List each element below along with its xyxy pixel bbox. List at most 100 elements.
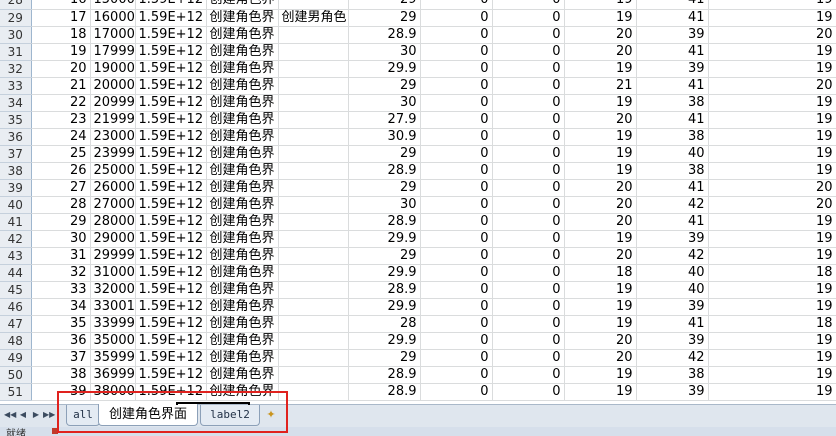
table-cell[interactable]: 19 <box>564 298 637 316</box>
table-cell[interactable]: 1.59E+12 <box>135 77 207 95</box>
table-cell[interactable]: 26000 <box>90 179 136 197</box>
table-cell[interactable]: 20 <box>564 196 637 214</box>
table-cell[interactable]: 28.9 <box>348 383 421 401</box>
table-cell[interactable]: 20 <box>708 77 836 95</box>
table-cell[interactable]: 1.59E+12 <box>135 162 207 180</box>
table-cell[interactable]: 34 <box>31 298 91 316</box>
sheet-tab-label2[interactable]: label2 <box>200 405 260 426</box>
table-cell[interactable]: 0 <box>420 179 493 197</box>
table-cell[interactable]: 33001 <box>90 298 136 316</box>
table-cell[interactable]: 19 <box>708 247 836 265</box>
table-cell[interactable]: 创建角色界 <box>206 0 279 10</box>
table-cell[interactable]: 0 <box>420 128 493 146</box>
table-cell[interactable]: 0 <box>420 298 493 316</box>
table-cell[interactable]: 0 <box>420 77 493 95</box>
table-cell[interactable]: 19 <box>564 9 637 27</box>
row-header[interactable]: 30 <box>0 26 32 44</box>
table-cell[interactable]: 1.59E+12 <box>135 179 207 197</box>
table-cell[interactable]: 0 <box>492 94 565 112</box>
table-cell[interactable]: 0 <box>492 43 565 61</box>
table-cell[interactable]: 29.9 <box>348 264 421 282</box>
table-cell[interactable] <box>278 179 349 197</box>
table-cell[interactable]: 创建角色界 <box>206 94 279 112</box>
sheet-tab-create-role[interactable]: 创建角色界面 <box>98 404 198 426</box>
table-cell[interactable]: 28.9 <box>348 281 421 299</box>
table-cell[interactable]: 38 <box>636 162 709 180</box>
table-cell[interactable]: 37 <box>31 349 91 367</box>
table-cell[interactable]: 0 <box>420 162 493 180</box>
table-cell[interactable] <box>278 230 349 248</box>
table-cell[interactable]: 创建角色界 <box>206 383 279 401</box>
table-cell[interactable]: 1.59E+12 <box>135 60 207 78</box>
table-cell[interactable]: 19 <box>708 366 836 384</box>
table-cell[interactable]: 41 <box>636 0 709 10</box>
table-cell[interactable]: 创建角色界 <box>206 213 279 231</box>
table-cell[interactable]: 17999 <box>90 43 136 61</box>
table-cell[interactable]: 19 <box>708 94 836 112</box>
table-cell[interactable]: 28.9 <box>348 26 421 44</box>
table-cell[interactable]: 33 <box>31 281 91 299</box>
table-cell[interactable]: 0 <box>420 60 493 78</box>
table-cell[interactable]: 29.9 <box>348 230 421 248</box>
table-cell[interactable]: 0 <box>420 9 493 27</box>
table-cell[interactable]: 1.59E+12 <box>135 349 207 367</box>
table-cell[interactable]: 38 <box>636 94 709 112</box>
table-cell[interactable]: 创建角色界 <box>206 264 279 282</box>
table-cell[interactable]: 19 <box>31 43 91 61</box>
table-cell[interactable]: 42 <box>636 247 709 265</box>
table-cell[interactable]: 0 <box>420 213 493 231</box>
table-cell[interactable]: 1.59E+12 <box>135 9 207 27</box>
table-cell[interactable]: 18 <box>564 264 637 282</box>
row-header[interactable]: 28 <box>0 0 32 10</box>
table-cell[interactable]: 19 <box>564 162 637 180</box>
table-cell[interactable]: 29 <box>348 179 421 197</box>
table-cell[interactable]: 19 <box>708 230 836 248</box>
table-cell[interactable]: 0 <box>492 9 565 27</box>
row-header[interactable]: 39 <box>0 179 32 197</box>
table-cell[interactable]: 20 <box>31 60 91 78</box>
table-cell[interactable] <box>278 366 349 384</box>
table-cell[interactable]: 30.9 <box>348 128 421 146</box>
table-cell[interactable]: 20 <box>708 179 836 197</box>
table-cell[interactable]: 42 <box>636 349 709 367</box>
table-cell[interactable]: 创建角色界 <box>206 145 279 163</box>
row-header[interactable]: 49 <box>0 349 32 367</box>
table-cell[interactable]: 20 <box>564 26 637 44</box>
table-cell[interactable]: 1.59E+12 <box>135 230 207 248</box>
table-cell[interactable]: 19 <box>564 60 637 78</box>
table-cell[interactable]: 0 <box>492 26 565 44</box>
table-cell[interactable]: 创建角色界 <box>206 247 279 265</box>
table-cell[interactable]: 0 <box>492 383 565 401</box>
table-cell[interactable]: 32000 <box>90 281 136 299</box>
table-cell[interactable]: 1.59E+12 <box>135 128 207 146</box>
row-header[interactable]: 35 <box>0 111 32 129</box>
table-cell[interactable]: 41 <box>636 77 709 95</box>
row-header[interactable]: 47 <box>0 315 32 333</box>
table-cell[interactable] <box>278 94 349 112</box>
row-header[interactable]: 41 <box>0 213 32 231</box>
table-cell[interactable]: 0 <box>420 43 493 61</box>
table-cell[interactable]: 创建角色界 <box>206 179 279 197</box>
table-cell[interactable]: 29 <box>348 247 421 265</box>
table-cell[interactable] <box>278 26 349 44</box>
row-header[interactable]: 29 <box>0 9 32 27</box>
table-cell[interactable]: 39 <box>31 383 91 401</box>
table-cell[interactable]: 39 <box>636 298 709 316</box>
table-cell[interactable]: 40 <box>636 264 709 282</box>
table-cell[interactable]: 36 <box>31 332 91 350</box>
row-header[interactable]: 37 <box>0 145 32 163</box>
table-cell[interactable]: 0 <box>492 247 565 265</box>
table-cell[interactable]: 创建角色界 <box>206 60 279 78</box>
table-cell[interactable]: 19 <box>564 366 637 384</box>
row-header[interactable]: 48 <box>0 332 32 350</box>
table-cell[interactable]: 29999 <box>90 247 136 265</box>
table-cell[interactable]: 19 <box>564 94 637 112</box>
table-cell[interactable]: 21999 <box>90 111 136 129</box>
table-cell[interactable]: 0 <box>492 298 565 316</box>
table-cell[interactable]: 0 <box>420 315 493 333</box>
table-cell[interactable]: 创建角色界 <box>206 43 279 61</box>
table-cell[interactable]: 1.59E+12 <box>135 315 207 333</box>
table-cell[interactable]: 0 <box>492 162 565 180</box>
table-cell[interactable]: 21 <box>564 77 637 95</box>
table-cell[interactable]: 创建角色界 <box>206 298 279 316</box>
